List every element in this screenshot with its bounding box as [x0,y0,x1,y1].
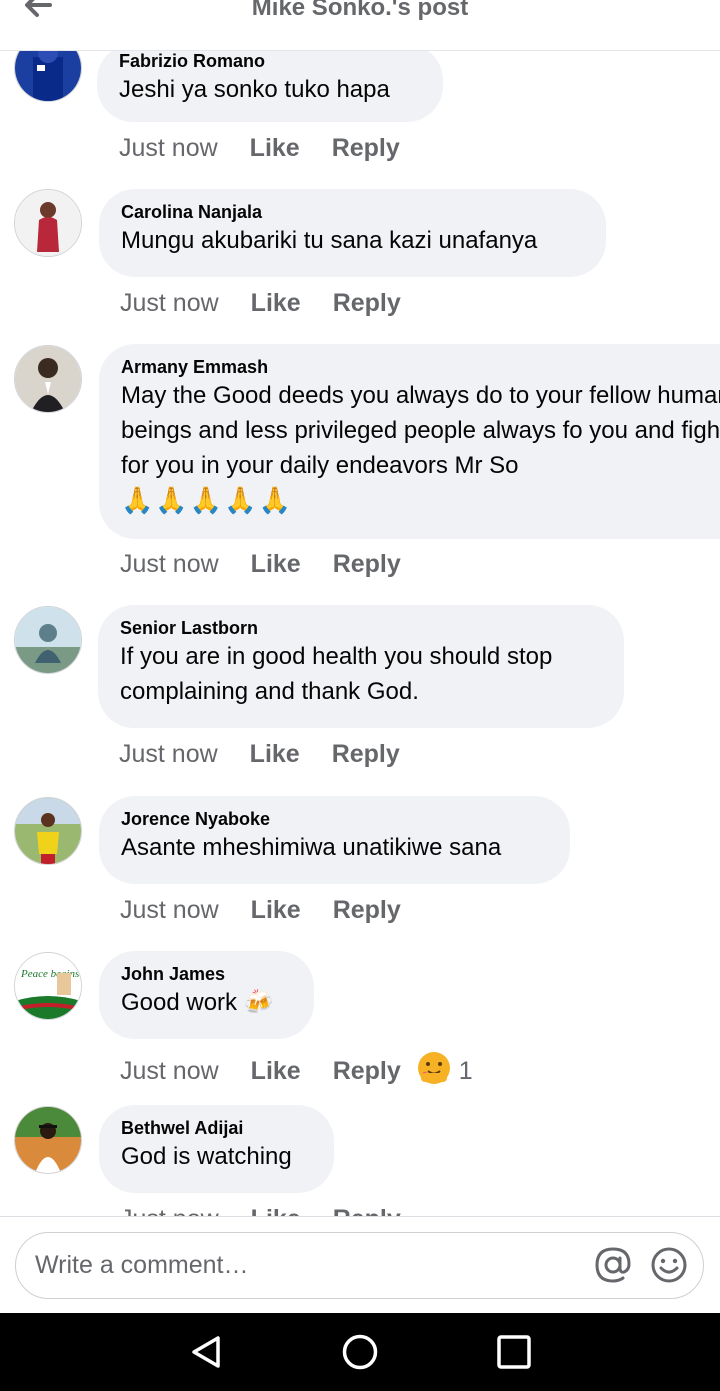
reply-button[interactable]: Reply [333,289,401,318]
comment-text: Asante mheshimiwa unatikiwe sana [121,834,502,861]
praying-hands-emojis: 🙏🙏🙏🙏🙏 [121,485,293,515]
comment-text: God is watching [121,1143,292,1170]
comment-author[interactable]: Armany Emmash [121,356,720,378]
comment-actions: Just now Like Reply [119,134,432,163]
comment-bubble: Carolina Nanjala Mungu akubariki tu sana… [99,189,606,277]
reaction-count: 1 [458,1057,473,1085]
triangle-back-icon [192,1336,220,1368]
comment-timestamp: Just now [120,896,219,924]
circle-home-icon [342,1334,378,1370]
reply-button[interactable]: Reply [333,896,401,925]
page-title: Mike Sonko.'s post [251,0,469,21]
comment-author[interactable]: John James [121,963,292,985]
like-button[interactable]: Like [251,1205,301,1216]
avatar[interactable] [14,345,82,413]
comment-actions: Just now Like Reply [120,550,433,579]
like-button[interactable]: Like [251,896,301,925]
comment-actions: Just now Like Reply [120,289,433,318]
avatar[interactable] [14,797,82,865]
comment-timestamp: Just now [120,289,219,317]
comment-bubble: Jorence Nyaboke Asante mheshimiwa unatik… [99,796,570,884]
like-button[interactable]: Like [250,134,300,163]
nav-recents-button[interactable] [495,1333,533,1376]
comment-actions: Just now Like Reply [120,896,433,925]
comment-bubble: Armany Emmash May the Good deeds you alw… [99,344,720,539]
reply-button[interactable]: Reply [333,1057,401,1086]
emoji-button[interactable] [650,1246,688,1289]
comment-composer [0,1216,720,1314]
comment-timestamp: Just now [119,134,218,162]
avatar[interactable] [14,189,82,257]
smiley-icon [651,1247,687,1283]
comments-feed[interactable]: Fabrizio Romano Jeshi ya sonko tuko hapa… [0,0,720,1216]
reply-button[interactable]: Reply [332,134,400,163]
comment-timestamp: Just now [119,740,218,768]
nav-home-button[interactable] [341,1333,379,1376]
like-button[interactable]: Like [251,1057,301,1086]
system-navigation-bar [0,1313,720,1391]
reply-button[interactable]: Reply [333,550,401,579]
comment-actions: Just now Like Reply 1 [120,1051,473,1092]
comment-bubble: Bethwel Adijai God is watching [99,1105,334,1193]
comment-text: If you are in good health you should sto… [120,643,553,705]
comment-text: May the Good deeds you always do to your… [121,382,720,479]
comment-bubble: Senior Lastborn If you are in good healt… [98,605,624,728]
comment-text: Jeshi ya sonko tuko hapa [119,76,390,103]
comment-author[interactable]: Jorence Nyaboke [121,808,548,830]
avatar[interactable] [14,1106,82,1174]
avatar[interactable]: Peace begins with me [14,952,82,1020]
nav-back-button[interactable] [188,1333,226,1376]
comment-timestamp: Just now [120,1205,219,1216]
like-button[interactable]: Like [250,740,300,769]
comment-timestamp: Just now [120,550,219,578]
post-header: Mike Sonko.'s post [0,0,720,51]
like-button[interactable]: Like [251,550,301,579]
at-sign-icon [595,1247,631,1283]
comment-author[interactable]: Fabrizio Romano [119,50,421,72]
comment-bubble: John James Good work 🍻 [99,951,314,1039]
reply-button[interactable]: Reply [333,1205,401,1216]
mention-button[interactable] [594,1246,632,1289]
comment-author[interactable]: Senior Lastborn [120,617,602,639]
reaction-summary[interactable]: 1 [417,1051,473,1092]
comment-author[interactable]: Carolina Nanjala [121,201,584,223]
comment-bubble: Fabrizio Romano Jeshi ya sonko tuko hapa [97,44,443,122]
comment-text: Mungu akubariki tu sana kazi unafanya [121,227,538,254]
square-recents-icon [497,1335,531,1369]
care-reaction-icon [417,1051,451,1092]
comment-text: Good work 🍻 [121,989,274,1016]
reply-button[interactable]: Reply [332,740,400,769]
avatar[interactable] [14,606,82,674]
comment-actions: Just now Like Reply [119,740,432,769]
avatar-slogan-text: Peace begins with me [20,968,81,980]
comment-timestamp: Just now [120,1057,219,1085]
comment-author[interactable]: Bethwel Adijai [121,1117,312,1139]
like-button[interactable]: Like [251,289,301,318]
comment-actions: Just now Like Reply [120,1205,433,1216]
